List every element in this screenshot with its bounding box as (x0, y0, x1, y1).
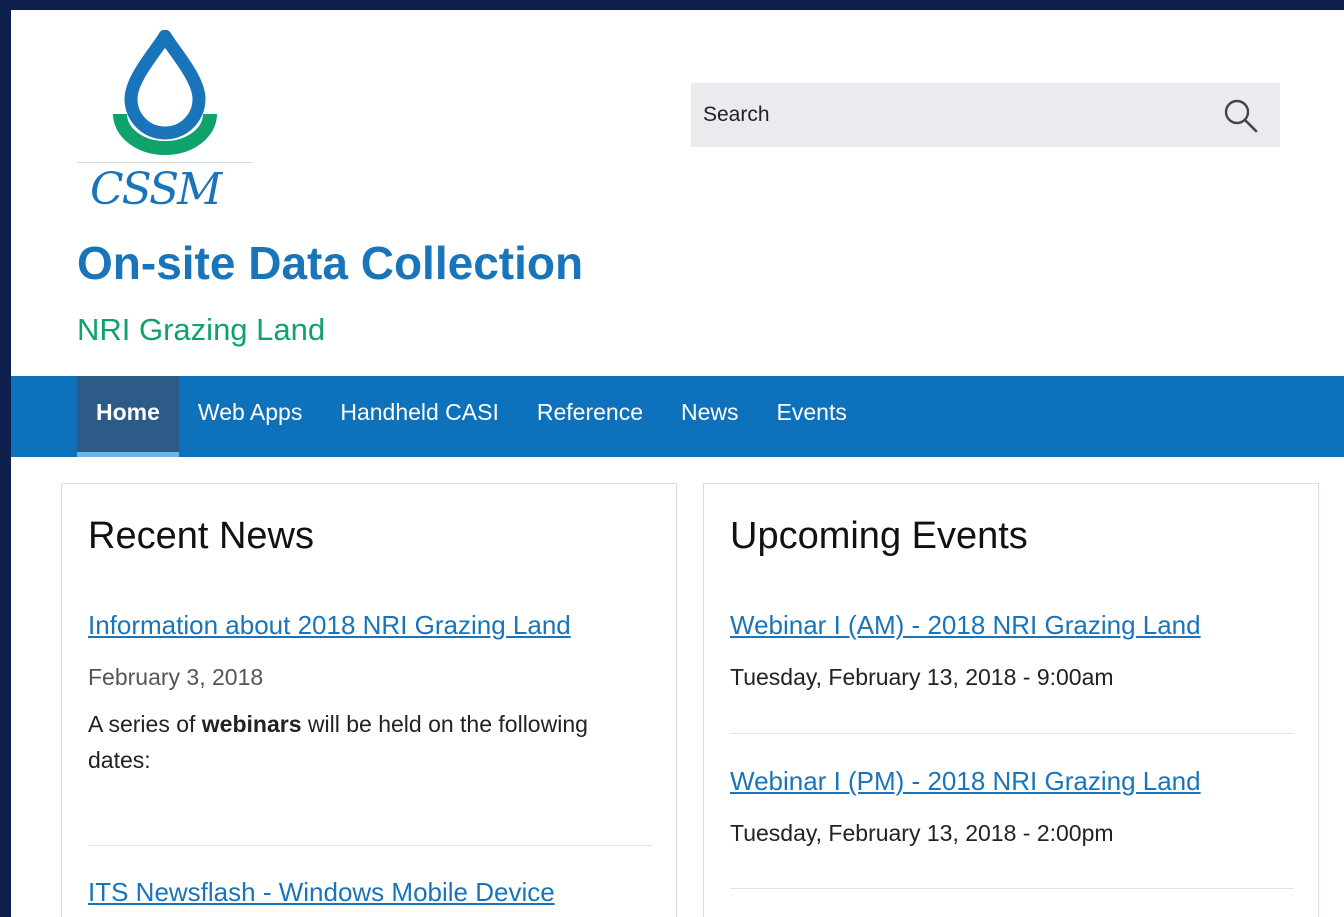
event-item-divider (730, 733, 1294, 734)
nav-link-web-apps[interactable]: Web Apps (179, 376, 321, 457)
nav-item-events: Events (758, 376, 866, 457)
nav-item-home: Home (77, 376, 179, 457)
nav-item-reference: Reference (518, 376, 662, 457)
page: CSSM On-site Data Collection NRI Grazing… (11, 10, 1344, 917)
site-title[interactable]: On-site Data Collection (77, 240, 583, 286)
upcoming-events-panel: Upcoming Events Webinar I (AM) - 2018 NR… (703, 483, 1319, 917)
search-input[interactable] (691, 83, 1203, 147)
news-item-body: A series of webinars will be held on the… (88, 706, 648, 778)
site-slogan: NRI Grazing Land (77, 312, 326, 347)
news-item-title-link[interactable]: ITS Newsflash - Windows Mobile Device (88, 879, 555, 905)
news-item-body-bold: webinars (201, 711, 302, 737)
news-item-title-link[interactable]: Information about 2018 NRI Grazing Land (88, 612, 571, 638)
search-form (691, 83, 1280, 147)
event-item-date: Tuesday, February 13, 2018 - 9:00am (730, 664, 1114, 690)
event-item-title-link[interactable]: Webinar I (PM) - 2018 NRI Grazing Land (730, 768, 1201, 794)
nav-link-reference[interactable]: Reference (518, 376, 662, 457)
nav-link-handheld-casi[interactable]: Handheld CASI (321, 376, 518, 457)
recent-news-heading: Recent News (88, 515, 314, 557)
search-button[interactable] (1222, 97, 1260, 135)
nav-item-web-apps: Web Apps (179, 376, 321, 457)
event-item-divider (730, 888, 1294, 889)
nav-item-news: News (662, 376, 758, 457)
logo-divider (77, 162, 253, 163)
nav-link-events[interactable]: Events (758, 376, 866, 457)
upcoming-events-heading: Upcoming Events (730, 515, 1028, 557)
nav-item-handheld-casi: Handheld CASI (321, 376, 518, 457)
recent-news-panel: Recent News Information about 2018 NRI G… (61, 483, 677, 917)
nav-link-news[interactable]: News (662, 376, 758, 457)
search-icon (1224, 99, 1258, 133)
nav-link-home[interactable]: Home (77, 376, 179, 457)
news-item-divider (88, 845, 652, 846)
event-item-date: Tuesday, February 13, 2018 - 2:00pm (730, 820, 1114, 846)
main-nav: Home Web Apps Handheld CASI Reference Ne… (11, 376, 1344, 457)
logo-wordmark: CSSM (90, 164, 222, 215)
news-item-body-text: A series of (88, 711, 202, 737)
event-item-title-link[interactable]: Webinar I (AM) - 2018 NRI Grazing Land (730, 612, 1201, 638)
news-item-date: February 3, 2018 (88, 664, 264, 690)
